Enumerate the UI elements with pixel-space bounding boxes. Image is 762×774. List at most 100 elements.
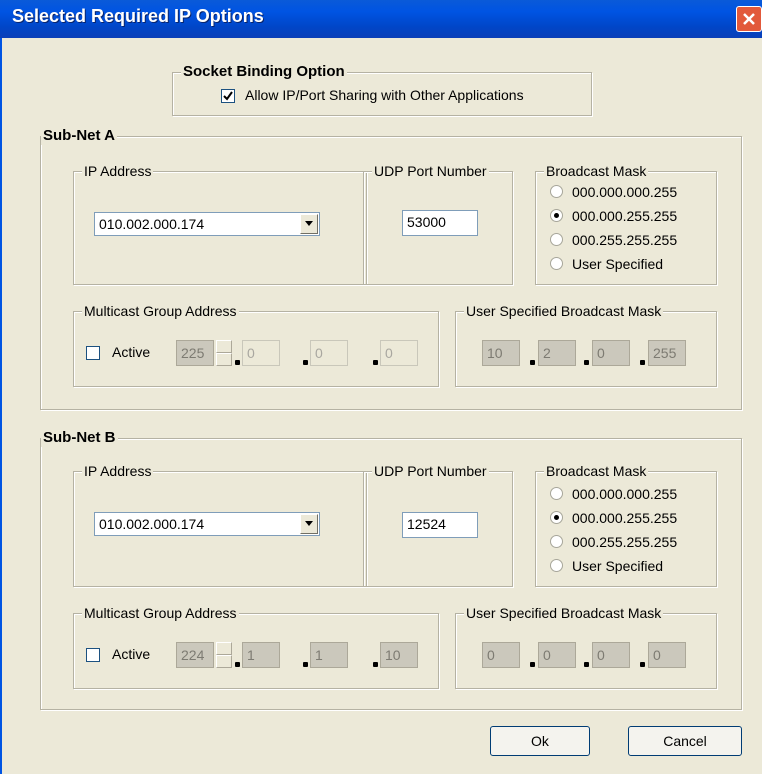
radio-label: 000.000.000.255 xyxy=(572,486,678,502)
radio-dot xyxy=(554,213,559,218)
subnet-a-mcast-legend: Multicast Group Address xyxy=(82,302,239,320)
subnet-b-mcast-octet-2[interactable]: 1 xyxy=(242,642,280,668)
radio-button-selected[interactable] xyxy=(550,209,563,222)
spin-up-button[interactable] xyxy=(216,642,232,655)
subnet-b-ip-value: 010.002.000.174 xyxy=(99,516,205,532)
subnet-b-mcast-group: Multicast Group Address Active 224 1 1 1… xyxy=(73,604,439,689)
radio-label: User Specified xyxy=(572,256,664,272)
subnet-a-user-bmask-legend: User Specified Broadcast Mask xyxy=(464,302,664,320)
subnet-b-mcast-legend: Multicast Group Address xyxy=(82,604,239,622)
subnet-b-udp-value: 12524 xyxy=(407,516,446,532)
subnet-a-mcast-spinner[interactable] xyxy=(216,340,232,366)
dot-separator xyxy=(530,662,535,667)
radio-label: 000.000.255.255 xyxy=(572,208,678,224)
subnet-b-ip-combobox[interactable]: 010.002.000.174 xyxy=(94,512,320,536)
subnet-b-udp-legend: UDP Port Number xyxy=(372,462,489,480)
radio-button[interactable] xyxy=(550,535,563,548)
subnet-b-udp-group: UDP Port Number 12524 xyxy=(363,462,513,587)
radio-button[interactable] xyxy=(550,233,563,246)
subnet-a-ip-legend: IP Address xyxy=(82,162,154,180)
subnet-a-user-bmask-octet-4[interactable]: 255 xyxy=(648,340,686,366)
radio-button-selected[interactable] xyxy=(550,511,563,524)
radio-button[interactable] xyxy=(550,257,563,270)
subnet-a-group: Sub-Net A IP Address 010.002.000.174 UDP… xyxy=(40,127,742,410)
dot-separator xyxy=(584,360,589,365)
subnet-a-mcast-octet-1[interactable]: 225 xyxy=(176,340,214,366)
subnet-a-ip-combobox[interactable]: 010.002.000.174 xyxy=(94,212,320,236)
subnet-b-mcast-octet-1[interactable]: 224 xyxy=(176,642,214,668)
subnet-a-user-bmask-octet-1[interactable]: 10 xyxy=(482,340,520,366)
subnet-b-active-checkbox[interactable] xyxy=(86,648,100,662)
subnet-b-user-bmask-octet-3[interactable]: 0 xyxy=(592,642,630,668)
dot-separator xyxy=(235,662,240,667)
subnet-b-mcast-spinner[interactable] xyxy=(216,642,232,668)
dot-separator xyxy=(373,360,378,365)
subnet-a-udp-legend: UDP Port Number xyxy=(372,162,489,180)
subnet-a-user-bmask-group: User Specified Broadcast Mask 10 2 0 255 xyxy=(455,302,717,387)
subnet-b-active-label: Active xyxy=(112,646,151,662)
subnet-a-mcast-group: Multicast Group Address Active 225 0 0 0 xyxy=(73,302,439,387)
dot-separator xyxy=(235,360,240,365)
subnet-a-bmask-legend: Broadcast Mask xyxy=(544,162,649,180)
subnet-b-group: Sub-Net B IP Address 010.002.000.174 UDP… xyxy=(40,429,742,710)
subnet-a-user-bmask-octet-3[interactable]: 0 xyxy=(592,340,630,366)
subnet-b-user-bmask-group: User Specified Broadcast Mask 0 0 0 0 xyxy=(455,604,717,689)
subnet-b-bmask-group: Broadcast Mask 000.000.000.255 000.000.2… xyxy=(535,462,717,587)
subnet-b-udp-input[interactable]: 12524 xyxy=(402,512,478,538)
spin-down-button[interactable] xyxy=(216,353,232,366)
dot-separator xyxy=(584,662,589,667)
radio-label: 000.255.255.255 xyxy=(572,534,678,550)
subnet-a-ip-value: 010.002.000.174 xyxy=(99,216,205,232)
ok-button[interactable]: Ok xyxy=(490,726,590,756)
subnet-a-udp-group: UDP Port Number 53000 xyxy=(363,162,513,285)
title-bar[interactable]: Selected Required IP Options xyxy=(0,0,762,38)
spin-down-button[interactable] xyxy=(216,655,232,668)
radio-button[interactable] xyxy=(550,559,563,572)
radio-button[interactable] xyxy=(550,185,563,198)
dot-separator xyxy=(640,360,645,365)
radio-label: 000.000.000.255 xyxy=(572,184,678,200)
subnet-a-active-checkbox[interactable] xyxy=(86,346,100,360)
subnet-b-legend: Sub-Net B xyxy=(41,429,118,447)
radio-label: 000.000.255.255 xyxy=(572,510,678,526)
subnet-b-mcast-octet-4[interactable]: 10 xyxy=(380,642,418,668)
subnet-b-user-bmask-legend: User Specified Broadcast Mask xyxy=(464,604,664,622)
socket-binding-legend: Socket Binding Option xyxy=(181,63,347,81)
dot-separator xyxy=(303,360,308,365)
allow-sharing-label: Allow IP/Port Sharing with Other Applica… xyxy=(245,87,524,103)
subnet-b-ip-dropdown-button[interactable] xyxy=(300,514,318,534)
radio-button[interactable] xyxy=(550,487,563,500)
subnet-a-bmask-group: Broadcast Mask 000.000.000.255 000.000.2… xyxy=(535,162,717,285)
cancel-button[interactable]: Cancel xyxy=(628,726,742,756)
subnet-a-mcast-octet-2[interactable]: 0 xyxy=(242,340,280,366)
subnet-a-active-label: Active xyxy=(112,344,151,360)
subnet-b-ip-legend: IP Address xyxy=(82,462,154,480)
allow-sharing-checkbox[interactable] xyxy=(221,89,235,103)
subnet-b-user-bmask-octet-1[interactable]: 0 xyxy=(482,642,520,668)
subnet-a-mcast-octet-4[interactable]: 0 xyxy=(380,340,418,366)
subnet-b-ip-group: IP Address 010.002.000.174 xyxy=(73,462,367,587)
subnet-a-user-bmask-octet-2[interactable]: 2 xyxy=(538,340,576,366)
spin-up-button[interactable] xyxy=(216,340,232,353)
subnet-a-ip-group: IP Address 010.002.000.174 xyxy=(73,162,367,285)
dot-separator xyxy=(530,360,535,365)
subnet-a-legend: Sub-Net A xyxy=(41,127,117,145)
window-frame xyxy=(0,38,2,774)
window-title: Selected Required IP Options xyxy=(12,6,264,26)
radio-label: 000.255.255.255 xyxy=(572,232,678,248)
subnet-a-udp-input[interactable]: 53000 xyxy=(402,210,478,236)
close-button[interactable] xyxy=(736,6,762,32)
subnet-a-udp-value: 53000 xyxy=(407,214,446,230)
subnet-b-bmask-legend: Broadcast Mask xyxy=(544,462,649,480)
dot-separator xyxy=(640,662,645,667)
radio-label: User Specified xyxy=(572,558,664,574)
dot-separator xyxy=(373,662,378,667)
subnet-b-mcast-octet-3[interactable]: 1 xyxy=(310,642,348,668)
subnet-a-mcast-octet-3[interactable]: 0 xyxy=(310,340,348,366)
radio-dot xyxy=(554,515,559,520)
dot-separator xyxy=(303,662,308,667)
dialog-window: Selected Required IP Options Socket Bind… xyxy=(0,0,762,774)
subnet-b-user-bmask-octet-2[interactable]: 0 xyxy=(538,642,576,668)
subnet-a-ip-dropdown-button[interactable] xyxy=(300,214,318,234)
subnet-b-user-bmask-octet-4[interactable]: 0 xyxy=(648,642,686,668)
